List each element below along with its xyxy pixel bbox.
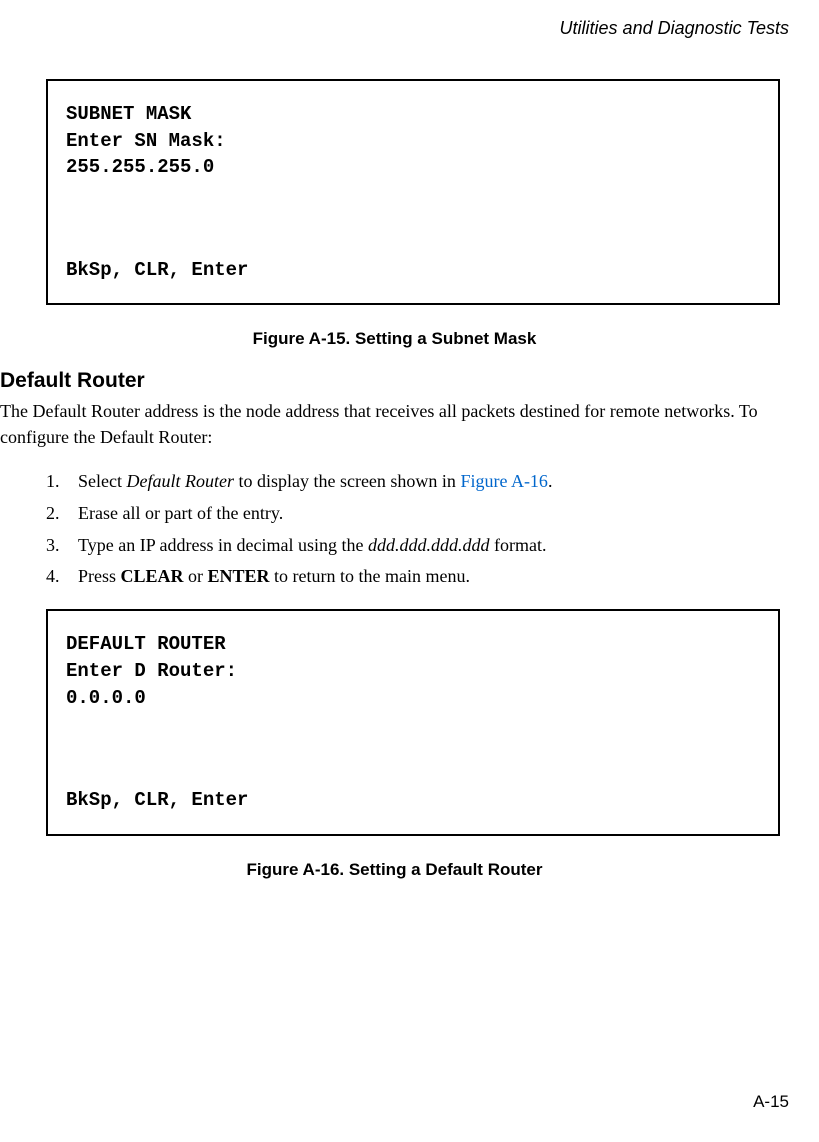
page-footer: A-15 bbox=[753, 1092, 789, 1112]
step-italic: Default Router bbox=[126, 471, 233, 491]
screen-line: BkSp, CLR, Enter bbox=[66, 787, 760, 814]
screen-line: Enter SN Mask: bbox=[66, 128, 760, 155]
screen-line: Enter D Router: bbox=[66, 658, 760, 685]
step-bold: CLEAR bbox=[121, 566, 184, 586]
body-paragraph: The Default Router address is the node a… bbox=[0, 399, 789, 449]
step-text: or bbox=[184, 566, 208, 586]
step-text: to display the screen shown in bbox=[234, 471, 460, 491]
subnet-mask-screen: SUBNET MASK Enter SN Mask: 255.255.255.0… bbox=[46, 79, 780, 305]
step-item: Type an IP address in decimal using the … bbox=[46, 532, 789, 560]
step-text: to return to the main menu. bbox=[270, 566, 470, 586]
running-header: Utilities and Diagnostic Tests bbox=[0, 0, 819, 39]
step-text: Press bbox=[78, 566, 121, 586]
step-item: Press CLEAR or ENTER to return to the ma… bbox=[46, 563, 789, 591]
step-text: Erase all or part of the entry. bbox=[78, 503, 283, 523]
page-number: A-15 bbox=[753, 1092, 789, 1111]
screen-line: BkSp, CLR, Enter bbox=[66, 257, 760, 284]
steps-list: Select Default Router to display the scr… bbox=[0, 468, 789, 592]
step-text: . bbox=[548, 471, 553, 491]
step-text: Select bbox=[78, 471, 126, 491]
screen-line: 0.0.0.0 bbox=[66, 685, 760, 712]
step-bold: ENTER bbox=[208, 566, 270, 586]
step-italic: ddd.ddd.ddd.ddd bbox=[368, 535, 490, 555]
step-item: Select Default Router to display the scr… bbox=[46, 468, 789, 496]
running-title: Utilities and Diagnostic Tests bbox=[560, 18, 789, 38]
step-text: format. bbox=[490, 535, 547, 555]
screen-spacer bbox=[66, 181, 760, 257]
figure-caption-a15: Figure A-15. Setting a Subnet Mask bbox=[0, 329, 789, 349]
default-router-screen: DEFAULT ROUTER Enter D Router: 0.0.0.0 B… bbox=[46, 609, 780, 835]
screen-spacer bbox=[66, 711, 760, 787]
screen-line: DEFAULT ROUTER bbox=[66, 631, 760, 658]
figure-link[interactable]: Figure A-16 bbox=[460, 471, 548, 491]
screen-line: 255.255.255.0 bbox=[66, 154, 760, 181]
screen-line: SUBNET MASK bbox=[66, 101, 760, 128]
figure-caption-a16: Figure A-16. Setting a Default Router bbox=[0, 860, 789, 880]
step-text: Type an IP address in decimal using the bbox=[78, 535, 368, 555]
step-item: Erase all or part of the entry. bbox=[46, 500, 789, 528]
section-heading-default-router: Default Router bbox=[0, 369, 789, 393]
page-content: SUBNET MASK Enter SN Mask: 255.255.255.0… bbox=[0, 39, 819, 880]
